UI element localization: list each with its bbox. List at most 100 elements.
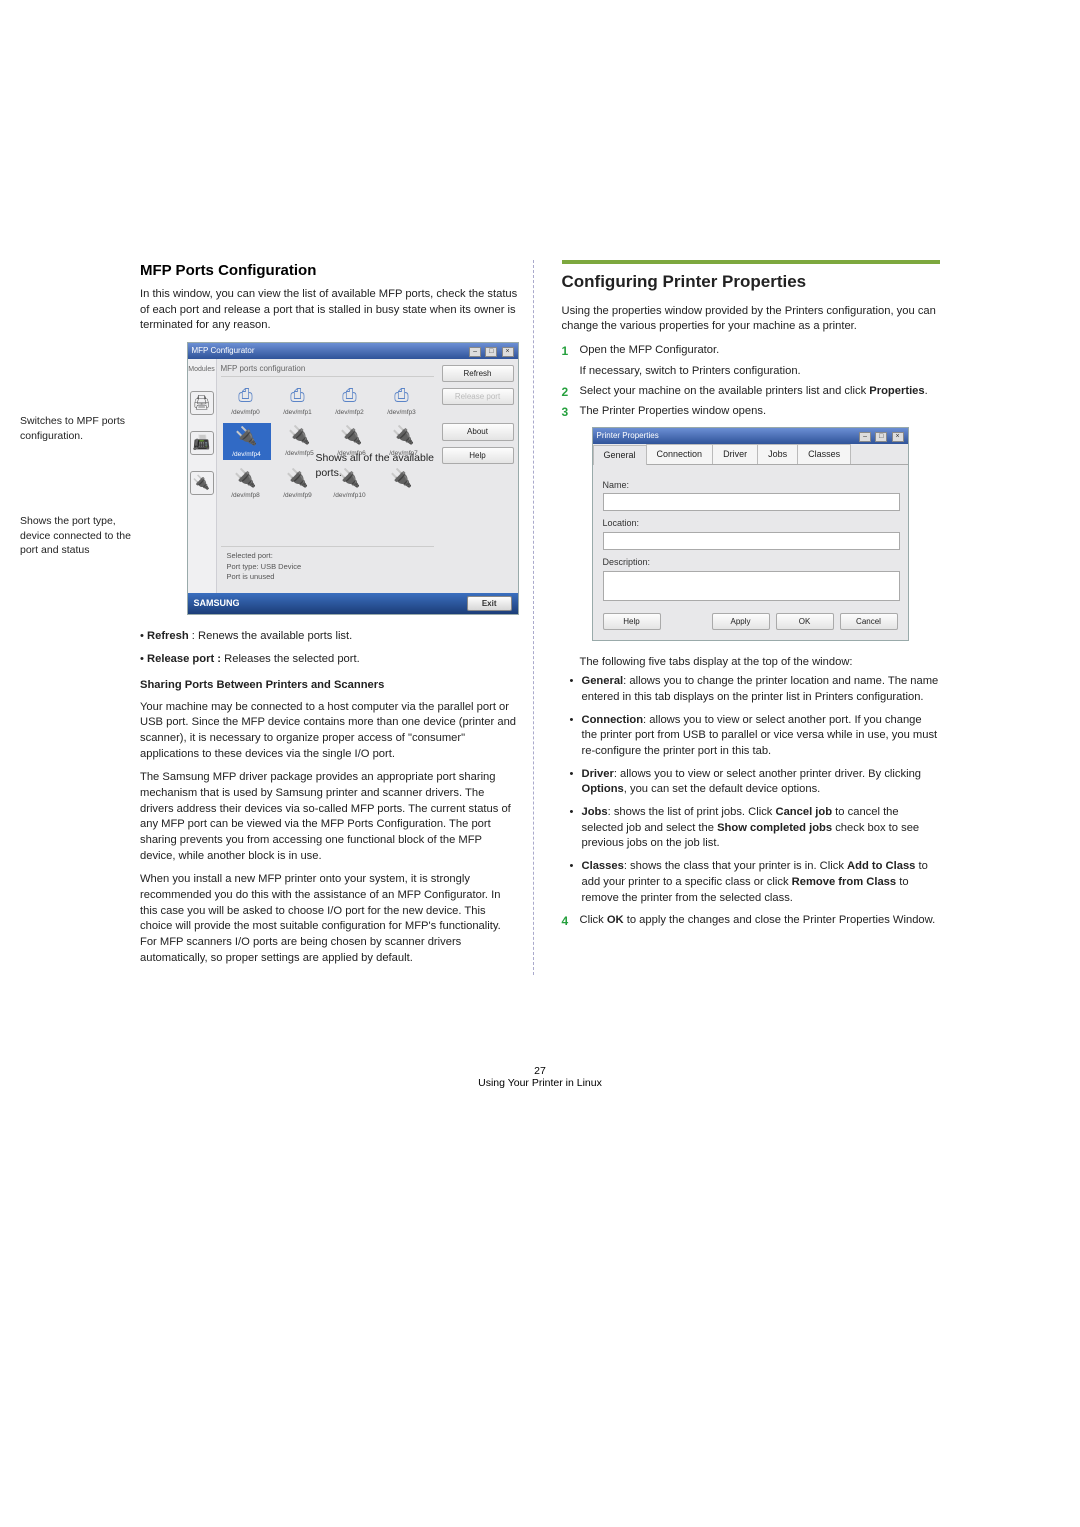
- callout-shows-all: Shows all of the available ports.: [316, 451, 436, 480]
- port-name: /dev/mfp9: [283, 491, 312, 500]
- left-intro: In this window, you can view the list of…: [140, 287, 519, 334]
- pp-location-label: Location:: [603, 517, 898, 530]
- port-name: /dev/mfp2: [335, 408, 364, 417]
- port-name: /dev/mfp0: [231, 408, 260, 417]
- left-heading: MFP Ports Configuration: [140, 260, 519, 281]
- selected-port-label: Selected port:: [227, 551, 428, 562]
- right-heading: Configuring Printer Properties: [562, 270, 941, 294]
- port-name: /dev/mfp5: [285, 449, 314, 458]
- parallel-port-icon: ⎙: [238, 383, 252, 408]
- pp-help-button[interactable]: Help: [603, 613, 661, 630]
- scanner-module-icon[interactable]: 📠: [190, 431, 214, 455]
- parallel-port-icon: ⎙: [290, 383, 304, 408]
- step-4-number: 4: [562, 913, 572, 930]
- pp-tab-classes[interactable]: Classes: [797, 444, 851, 464]
- refresh-term: Refresh: [147, 630, 189, 642]
- selected-port-type: Port type: USB Device: [227, 562, 428, 573]
- release-desc: Releases the selected port.: [221, 653, 360, 665]
- usb-port-icon: 🔌: [234, 466, 256, 491]
- port-name: /dev/mfp4: [232, 450, 261, 459]
- minimize-icon[interactable]: –: [469, 347, 481, 357]
- pp-name-label: Name:: [603, 479, 898, 492]
- pp-location-input[interactable]: [603, 532, 900, 550]
- step-3-number: 3: [562, 404, 572, 421]
- help-button[interactable]: Help: [442, 447, 514, 464]
- pp-tab-jobs[interactable]: Jobs: [757, 444, 798, 464]
- window-title: MFP Configurator: [192, 345, 255, 357]
- ports-module-icon[interactable]: 🔌: [190, 471, 214, 495]
- ports-heading: MFP ports configuration: [221, 363, 434, 377]
- port-item[interactable]: ⎙/dev/mfp0: [223, 383, 269, 417]
- port-item[interactable]: ⎙/dev/mfp2: [327, 383, 373, 417]
- usb-port-icon: 🔌: [288, 423, 310, 448]
- section-rule: [562, 260, 941, 264]
- close-icon[interactable]: ×: [892, 432, 904, 442]
- callout-status: Shows the port type, device connected to…: [20, 514, 140, 558]
- printer-module-icon[interactable]: 🖨: [190, 391, 214, 415]
- selected-port-box: Selected port: Port type: USB Device Por…: [221, 546, 434, 593]
- selected-port-status: Port is unused: [227, 572, 428, 583]
- step-2-c: .: [925, 385, 928, 397]
- refresh-desc: : Renews the available ports list.: [189, 630, 353, 642]
- release-term: Release port :: [147, 653, 221, 665]
- mfp-configurator-window: MFP Configurator – □ × Modules 🖨 📠 🔌: [187, 342, 519, 615]
- maximize-icon[interactable]: □: [875, 432, 887, 442]
- sharing-p1: Your machine may be connected to a host …: [140, 700, 519, 763]
- minimize-icon[interactable]: –: [859, 432, 871, 442]
- step-2-text: Select your machine on the available pri…: [580, 384, 941, 401]
- about-button[interactable]: About: [442, 423, 514, 440]
- port-name: /dev/mfp3: [387, 408, 416, 417]
- page-number: 27: [140, 1065, 940, 1077]
- pp-desc-label: Description:: [603, 556, 898, 569]
- bullet-connection: Connection: allows you to view or select…: [582, 713, 941, 760]
- usb-port-icon: 🔌: [340, 423, 362, 448]
- pp-apply-button[interactable]: Apply: [712, 613, 770, 630]
- port-name: /dev/mfp8: [231, 491, 260, 500]
- pp-tab-connection[interactable]: Connection: [646, 444, 714, 464]
- pp-window-title: Printer Properties: [597, 430, 659, 442]
- pp-desc-input[interactable]: [603, 571, 900, 601]
- sharing-p2: The Samsung MFP driver package provides …: [140, 770, 519, 864]
- usb-port-icon: 🔌: [286, 466, 308, 491]
- sharing-p3: When you install a new MFP printer onto …: [140, 872, 519, 966]
- right-intro: Using the properties window provided by …: [562, 304, 941, 335]
- step-1-sub: If necessary, switch to Printers configu…: [580, 364, 941, 380]
- release-port-button[interactable]: Release port: [442, 388, 514, 405]
- pp-ok-button[interactable]: OK: [776, 613, 834, 630]
- step-2-b: Properties: [869, 385, 924, 397]
- port-item[interactable]: 🔌/dev/mfp9: [275, 466, 321, 500]
- bullet-general: General: allows you to change the printe…: [582, 674, 941, 705]
- exit-button[interactable]: Exit: [467, 596, 512, 611]
- pp-cancel-button[interactable]: Cancel: [840, 613, 898, 630]
- step-2-number: 2: [562, 384, 572, 401]
- bullet-refresh: • Refresh : Renews the available ports l…: [140, 629, 519, 645]
- refresh-button[interactable]: Refresh: [442, 365, 514, 382]
- pp-name-input[interactable]: [603, 493, 900, 511]
- pp-tab-general[interactable]: General: [593, 445, 647, 465]
- port-item[interactable]: ⎙/dev/mfp1: [275, 383, 321, 417]
- maximize-icon[interactable]: □: [485, 347, 497, 357]
- page-caption: Using Your Printer in Linux: [140, 1077, 940, 1089]
- port-item[interactable]: 🔌/dev/mfp8: [223, 466, 269, 500]
- port-item[interactable]: ⎙/dev/mfp3: [379, 383, 425, 417]
- port-item[interactable]: 🔌/dev/mfp4: [223, 423, 271, 459]
- parallel-port-icon: ⎙: [394, 383, 408, 408]
- modules-label: Modules: [188, 365, 214, 375]
- tabs-intro: The following five tabs display at the t…: [580, 655, 941, 671]
- printer-properties-window: Printer Properties – □ × GeneralConnecti…: [592, 427, 909, 641]
- sharing-subhead: Sharing Ports Between Printers and Scann…: [140, 678, 519, 694]
- parallel-port-icon: ⎙: [342, 383, 356, 408]
- port-name: /dev/mfp1: [283, 408, 312, 417]
- step-2-a: Select your machine on the available pri…: [580, 385, 870, 397]
- usb-port-icon: 🔌: [235, 424, 257, 449]
- close-icon[interactable]: ×: [502, 347, 514, 357]
- bullet-release: • Release port : Releases the selected p…: [140, 652, 519, 668]
- brand-logo: SAMSUNG: [194, 597, 240, 610]
- pp-tab-driver[interactable]: Driver: [712, 444, 758, 464]
- port-name: /dev/mfp10: [333, 491, 365, 500]
- step-1-number: 1: [562, 343, 572, 360]
- step-3-text: The Printer Properties window opens.: [580, 404, 941, 421]
- bullet-classes: Classes: shows the class that your print…: [582, 859, 941, 906]
- bullet-jobs: Jobs: shows the list of print jobs. Clic…: [582, 805, 941, 852]
- callout-switch: Switches to MPF ports configuration.: [20, 414, 130, 443]
